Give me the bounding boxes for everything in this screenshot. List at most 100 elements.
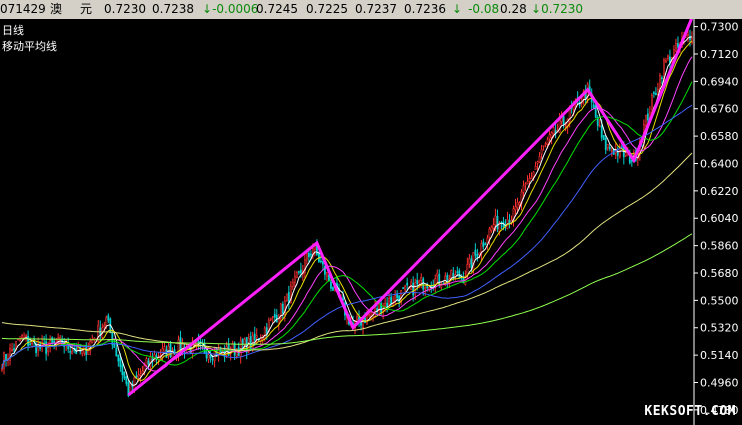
candle-body — [163, 346, 166, 352]
candle-body — [490, 226, 493, 232]
candle-body — [422, 278, 425, 290]
candle-body — [665, 60, 667, 63]
candle-body — [496, 216, 499, 230]
candle-body — [416, 279, 419, 285]
down-arrow-icon: ↓ — [452, 2, 463, 16]
candle-body — [273, 313, 276, 318]
candle-body — [667, 55, 669, 60]
candle-body — [482, 241, 485, 247]
candle-body — [412, 282, 415, 296]
candle-body — [27, 335, 29, 346]
candle-body — [528, 178, 531, 182]
candle-body — [534, 165, 537, 170]
y-tick-label: 0.5500 — [700, 294, 739, 307]
candle-body — [71, 351, 74, 355]
candle-body — [406, 282, 409, 286]
candle-body — [600, 125, 603, 138]
candle-body — [436, 272, 439, 277]
chart-panel[interactable]: 0.7300 0.7120 0.6940 0.6760 0.6580 0.6400 0.62… — [0, 19, 742, 425]
price-chart[interactable]: 0.7300 0.7120 0.6940 0.6760 0.6580 0.6400 0.62… — [0, 19, 742, 425]
candle-body — [418, 280, 421, 283]
candle-body — [297, 271, 300, 273]
candle-body — [61, 339, 64, 346]
candle-body — [518, 202, 521, 206]
down-arrow-icon: ↓ — [202, 2, 213, 16]
candle-body — [687, 34, 689, 36]
candle-body — [478, 252, 481, 256]
y-tick-label: 0.7120 — [700, 48, 739, 61]
candle-body — [652, 92, 655, 94]
candle-body — [155, 355, 158, 358]
zigzag-trend-line — [127, 19, 694, 397]
candle-body — [299, 269, 302, 273]
candle-body — [616, 151, 619, 157]
quote-value-3: 0.7245 — [256, 2, 298, 16]
candle-body — [255, 335, 258, 338]
candle-body — [133, 377, 136, 390]
candle-body — [125, 376, 128, 384]
candle-body — [141, 370, 144, 374]
candle-body — [119, 358, 122, 368]
candle-body — [396, 293, 399, 299]
candle-body — [472, 252, 475, 271]
candle-body — [121, 364, 124, 375]
y-tick-label: 0.5320 — [700, 322, 739, 335]
candle-body — [562, 116, 565, 125]
candle-body — [644, 114, 647, 126]
candle-body — [514, 206, 517, 211]
candle-body — [251, 335, 254, 349]
candle-body — [19, 339, 21, 342]
candle-body — [646, 113, 649, 121]
candle-body — [21, 335, 23, 338]
candle-body — [241, 338, 244, 345]
candle-body — [424, 287, 427, 290]
candle-body — [233, 342, 236, 356]
candle-body — [309, 253, 312, 256]
candle-body — [285, 293, 288, 302]
candle-body — [107, 315, 110, 321]
quote-name-1: 澳 — [50, 2, 63, 16]
candle-body — [271, 316, 274, 318]
y-tick-label: 0.6760 — [700, 103, 739, 116]
candle-body — [492, 224, 495, 229]
candle-body — [263, 327, 266, 339]
candle-body — [450, 270, 453, 279]
candle-body — [675, 43, 677, 52]
candle-body — [45, 341, 48, 354]
candle-body — [13, 348, 15, 351]
candle-body — [592, 104, 595, 109]
candle-body — [390, 296, 393, 304]
quote-value-7: 0.28 — [500, 2, 527, 16]
quote-code: 071429 — [0, 2, 46, 16]
candle-body — [1, 368, 3, 371]
quote-last-value: 0.7230 — [541, 2, 584, 16]
quote-last: ↓0.7230 — [531, 0, 583, 19]
candle-body — [265, 327, 268, 334]
candle-body — [165, 349, 168, 358]
ma-line-ma60 — [1, 104, 693, 369]
candle-body — [277, 318, 280, 325]
candle-body — [522, 185, 525, 193]
candle-body — [97, 324, 100, 342]
candle-body — [540, 149, 543, 155]
candle-body — [530, 177, 533, 180]
candle-body — [550, 132, 553, 138]
candle-body — [368, 314, 370, 316]
candle-body — [524, 183, 527, 186]
candle-body — [364, 317, 366, 324]
candle-body — [105, 317, 108, 326]
candle-body — [326, 272, 328, 277]
y-tick-label: 0.7300 — [700, 21, 739, 34]
candle-body — [552, 127, 555, 135]
candle-body — [426, 285, 429, 289]
candle-body — [29, 343, 31, 346]
candle-body — [598, 125, 601, 128]
candle-body — [145, 358, 148, 366]
candle-body — [211, 358, 214, 361]
candle-body — [661, 77, 663, 79]
candle-body — [608, 146, 611, 150]
candle-body — [536, 161, 539, 164]
candle-body — [602, 135, 605, 140]
candle-body — [139, 373, 142, 376]
candle-body — [654, 93, 657, 96]
